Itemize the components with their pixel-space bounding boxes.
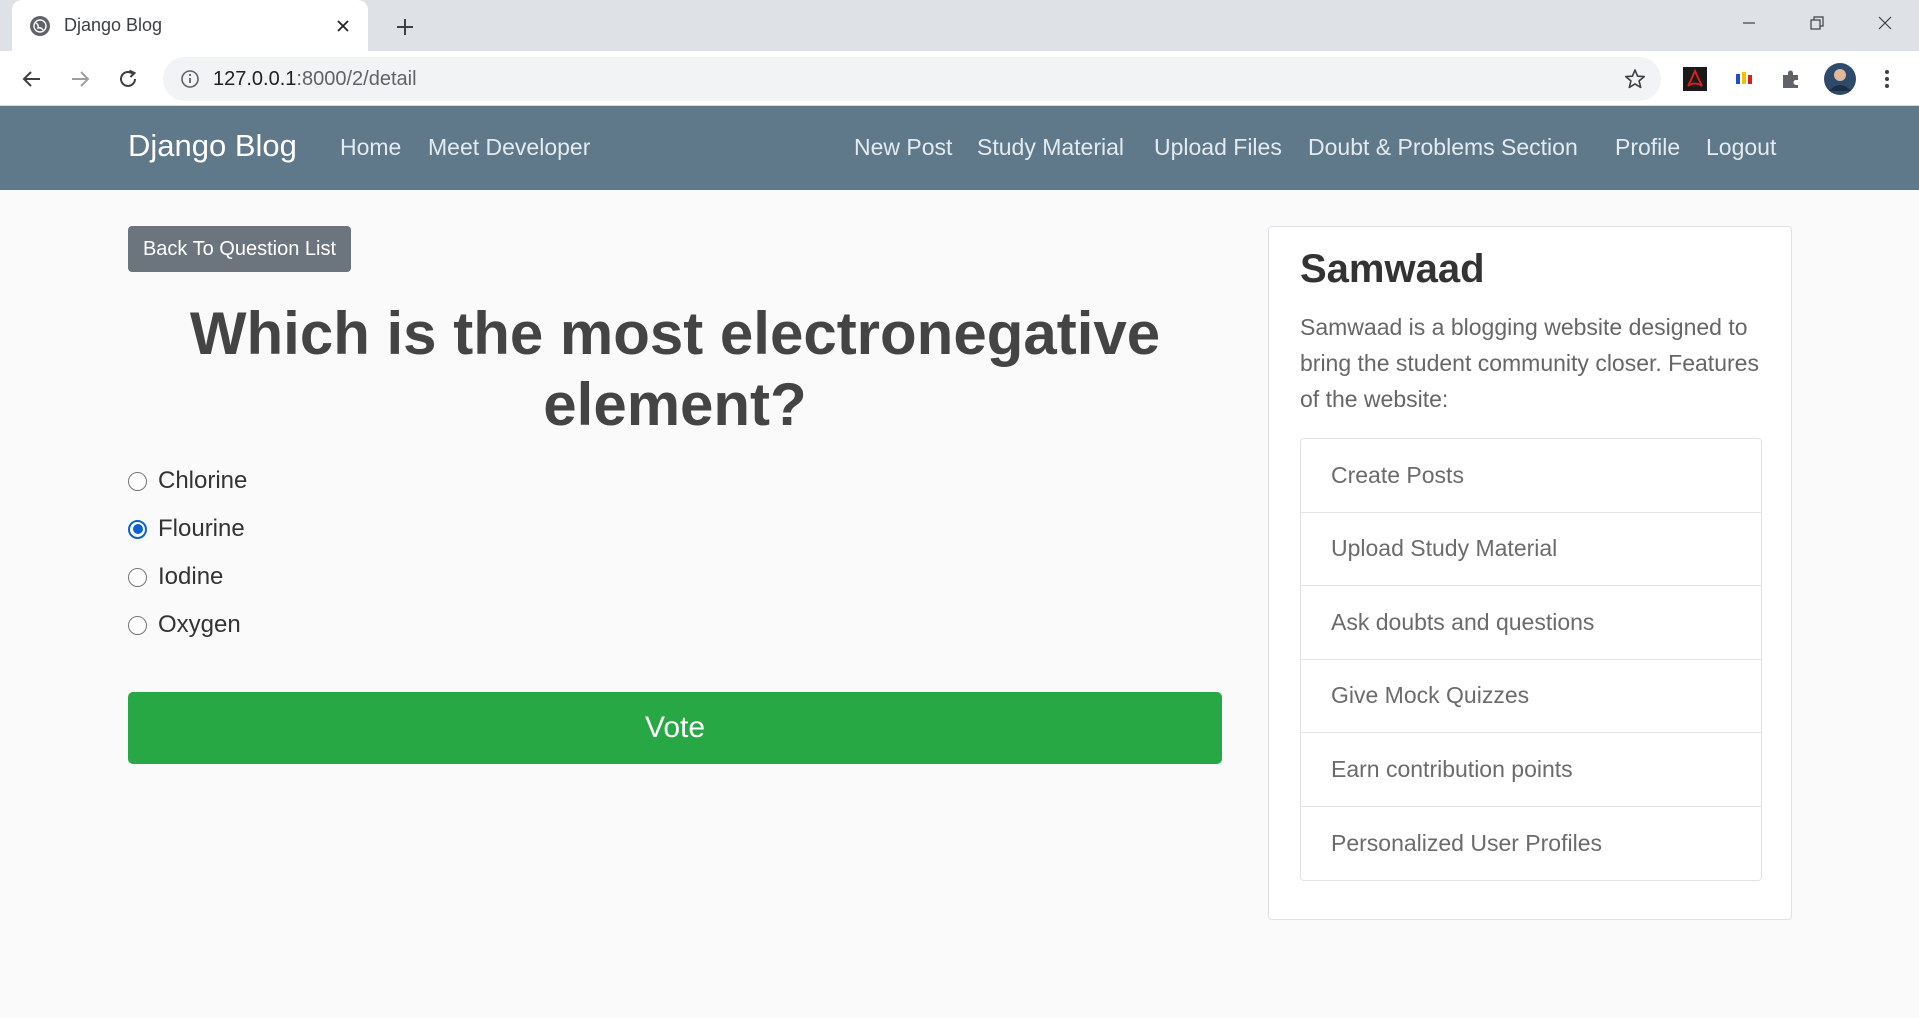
question-title: Which is the most electronegative elemen… bbox=[189, 300, 1161, 438]
minimize-icon[interactable] bbox=[1730, 8, 1768, 38]
color-extension-icon[interactable] bbox=[1729, 64, 1759, 94]
nav-link-meet-developer[interactable]: Meet Developer bbox=[428, 134, 590, 161]
reload-icon[interactable] bbox=[112, 63, 144, 95]
globe-icon bbox=[30, 15, 50, 36]
sidebar-card: Samwaad Samwaad is a blogging website de… bbox=[1268, 226, 1792, 920]
arrow-left-icon[interactable] bbox=[16, 63, 48, 95]
list-item: Personalized User Profiles bbox=[1331, 829, 1603, 856]
address-bar[interactable]: 127.0.0.1:8000/2/detail bbox=[163, 57, 1661, 101]
restore-icon[interactable] bbox=[1798, 8, 1836, 38]
list-item: Create Posts bbox=[1301, 439, 1761, 513]
option-iodine[interactable]: Iodine bbox=[128, 562, 223, 592]
nav-link-upload-files[interactable]: Upload Files bbox=[1154, 134, 1282, 161]
nav-link-profile[interactable]: Profile bbox=[1615, 134, 1680, 161]
window-close-icon[interactable] bbox=[1866, 8, 1904, 38]
list-item: Give Mock Quizzes bbox=[1301, 660, 1761, 733]
nav-link-new-post[interactable]: New Post bbox=[854, 134, 952, 161]
browser-tabstrip: Django Blog bbox=[0, 0, 1919, 51]
browser-toolbar: 127.0.0.1:8000/2/detail bbox=[0, 51, 1919, 106]
features-list: Create Posts Upload Study Material Ask d… bbox=[1300, 438, 1762, 881]
list-item: Upload Study Material bbox=[1301, 513, 1761, 586]
kebab-menu-icon[interactable] bbox=[1872, 64, 1902, 94]
list-item: Ask doubts and questions bbox=[1301, 586, 1761, 660]
option-label: Flourine bbox=[158, 515, 245, 542]
site-navbar: Django Blog Home Meet Developer New Post… bbox=[0, 106, 1919, 190]
url-host: 127.0.0.1 bbox=[213, 67, 297, 90]
pdf-extension-icon[interactable] bbox=[1680, 64, 1710, 94]
close-icon[interactable] bbox=[332, 15, 354, 37]
puzzle-icon[interactable] bbox=[1776, 64, 1806, 94]
option-flourine[interactable]: Flourine bbox=[128, 514, 245, 544]
nav-link-doubt-problems[interactable]: Doubt & Problems Section bbox=[1308, 134, 1578, 161]
back-to-question-list-button[interactable]: Back To Question List bbox=[128, 226, 351, 272]
arrow-right-icon[interactable] bbox=[64, 63, 96, 95]
vote-button[interactable]: Vote bbox=[128, 692, 1222, 764]
option-oxygen[interactable]: Oxygen bbox=[128, 610, 241, 640]
url-text: 127.0.0.1:8000/2/detail bbox=[213, 68, 417, 91]
radio-button[interactable] bbox=[128, 471, 147, 491]
option-label: Chlorine bbox=[158, 467, 248, 494]
list-item: Earn contribution points bbox=[1301, 733, 1761, 807]
sidebar-title: Samwaad bbox=[1300, 247, 1485, 291]
radio-button-checked[interactable] bbox=[128, 519, 147, 539]
avatar[interactable] bbox=[1823, 62, 1857, 96]
option-label: Iodine bbox=[158, 563, 224, 590]
tab-title: Django Blog bbox=[64, 15, 163, 35]
url-path: :8000/2/detail bbox=[296, 67, 417, 90]
star-icon[interactable] bbox=[1623, 67, 1647, 91]
nav-link-home[interactable]: Home bbox=[340, 134, 401, 161]
nav-link-study-material[interactable]: Study Material bbox=[977, 134, 1124, 161]
browser-tab[interactable]: Django Blog bbox=[12, 0, 368, 51]
option-label: Oxygen bbox=[158, 611, 241, 638]
nav-link-logout[interactable]: Logout bbox=[1706, 134, 1776, 161]
radio-button[interactable] bbox=[128, 567, 147, 587]
info-icon[interactable] bbox=[179, 68, 201, 90]
radio-button[interactable] bbox=[128, 615, 147, 635]
sidebar-description: Samwaad is a blogging website designed t… bbox=[1300, 314, 1759, 412]
brand-link[interactable]: Django Blog bbox=[128, 128, 297, 164]
option-chlorine[interactable]: Chlorine bbox=[128, 466, 247, 496]
plus-icon[interactable] bbox=[390, 12, 420, 42]
